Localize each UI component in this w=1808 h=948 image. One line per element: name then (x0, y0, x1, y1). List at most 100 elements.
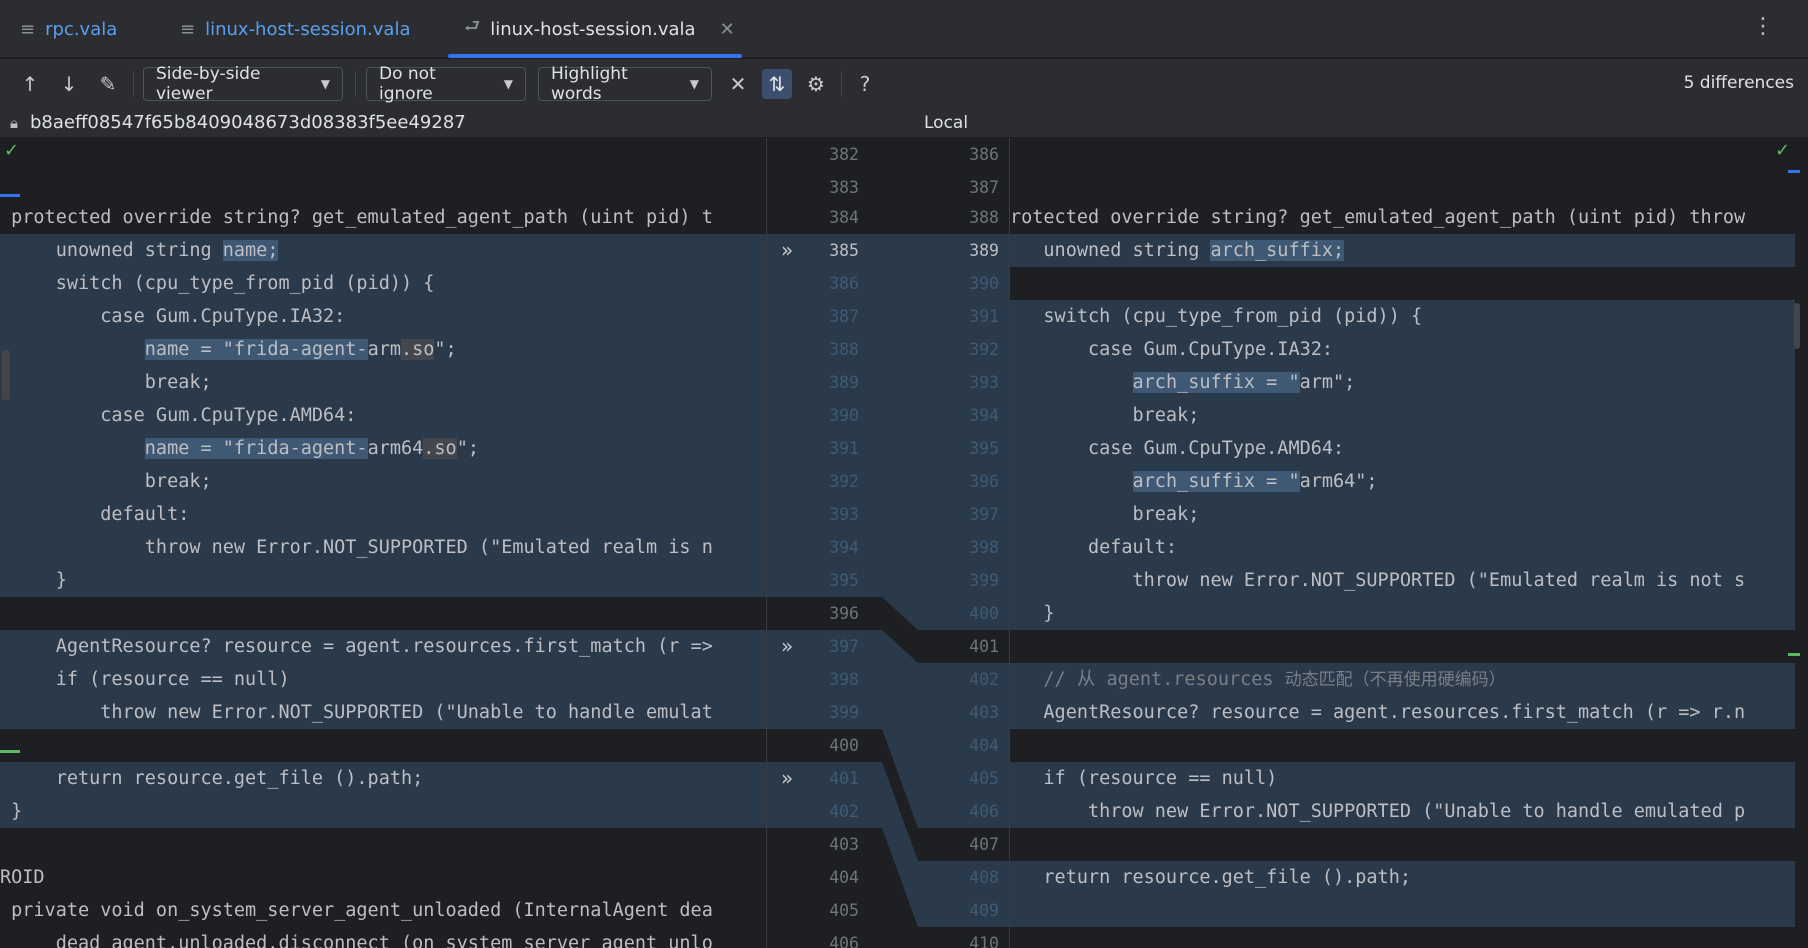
settings-gear-icon[interactable]: ⚙ (801, 69, 831, 99)
right-line-number: 394 (969, 406, 999, 425)
dropdown-value: Do not ignore (379, 64, 436, 104)
code-line[interactable]: unowned string name; (0, 234, 279, 267)
right-scrollbar[interactable] (1788, 138, 1800, 948)
left-line-number: 405 (829, 901, 859, 920)
code-line[interactable]: arch_suffix = "arm64"; (1010, 465, 1378, 498)
code-line[interactable]: name = "frida-agent-arm64.so"; (0, 432, 479, 465)
left-line-number: 403 (829, 835, 859, 854)
connector-1 (882, 234, 918, 630)
right-line-number: 397 (969, 505, 999, 524)
right-line-number: 400 (969, 604, 999, 623)
code-line[interactable]: case Gum.CpuType.AMD64: (1010, 432, 1344, 465)
collapse-unchanged-icon[interactable]: ✕ (723, 69, 753, 99)
code-line[interactable]: case Gum.CpuType.IA32: (0, 300, 345, 333)
left-line-number: 387 (829, 307, 859, 326)
right-line-number: 396 (969, 472, 999, 491)
changed-word: .so (423, 438, 457, 459)
changed-word: .so (400, 339, 435, 360)
apply-change-arrows-icon[interactable]: » (781, 630, 793, 663)
right-line-number: 391 (969, 307, 999, 326)
right-line-number: 390 (969, 274, 999, 293)
code-line[interactable]: default: (0, 498, 189, 531)
code-line[interactable]: throw new Error.NOT_SUPPORTED ("Emulated… (1010, 564, 1746, 597)
code-line[interactable]: break; (1010, 399, 1200, 432)
tab-linux-host-session-vala[interactable]: ≡ linux-host-session.vala (180, 0, 410, 58)
text-file-icon: ≡ (20, 18, 36, 40)
help-icon[interactable]: ? (850, 69, 880, 99)
tab-label: linux-host-session.vala (205, 18, 411, 40)
tab-diff-linux-host-session-vala[interactable]: ⮐ linux-host-session.vala ✕ (448, 0, 742, 58)
diff-toolbar: ↑ ↓ ✎ Side-by-side viewer ▼ Do not ignor… (0, 59, 1808, 109)
code-line[interactable]: return resource.get_file ().path; (0, 762, 424, 795)
code-line[interactable]: case Gum.CpuType.AMD64: (0, 399, 356, 432)
code-line[interactable]: switch (cpu_type_from_pid (pid)) { (0, 267, 435, 300)
code-line[interactable]: } (0, 564, 67, 597)
left-line-number: 396 (829, 604, 859, 623)
code-line[interactable]: AgentResource? resource = agent.resource… (1010, 696, 1745, 729)
code-line[interactable]: throw new Error.NOT_SUPPORTED ("Unable t… (0, 696, 713, 729)
left-line-number: 388 (829, 340, 859, 359)
changed-word: arch_suffix = " (1132, 471, 1300, 492)
code-line[interactable]: unowned string arch_suffix; (1010, 234, 1345, 267)
left-line-number: 399 (829, 703, 859, 722)
left-line-number: 404 (829, 868, 859, 887)
code-line[interactable]: if (resource == null) (0, 663, 290, 696)
previous-difference-icon[interactable]: ↑ (15, 69, 45, 99)
tab-label: rpc.vala (45, 18, 118, 40)
code-line[interactable]: AgentResource? resource = agent.resource… (0, 630, 713, 663)
viewer-mode-dropdown[interactable]: Side-by-side viewer ▼ (143, 64, 343, 104)
diff-icon: ⮐ (464, 16, 481, 37)
left-line-number: 382 (829, 145, 859, 164)
left-line-number: 390 (829, 406, 859, 425)
code-line[interactable]: name = "frida-agent-arm.so"; (0, 333, 457, 366)
right-line-number: 387 (969, 178, 999, 197)
diff-connectors (882, 234, 918, 927)
change-marker (0, 194, 20, 197)
code-line[interactable]: rotected override string? get_emulated_a… (1010, 201, 1745, 234)
right-editor-pane[interactable]: rotected override string? get_emulated_a… (1010, 138, 1795, 948)
code-line[interactable]: protected override string? get_emulated_… (0, 201, 713, 234)
editor-tab-bar: ≡ rpc.vala ≡ linux-host-session.vala ⮐ l… (0, 0, 1808, 58)
code-line[interactable]: dead_agent.unloaded.disconnect (on_syste… (0, 927, 713, 948)
code-line[interactable]: return resource.get_file ().path; (1010, 861, 1411, 894)
right-line-number: 405 (969, 769, 999, 788)
code-line[interactable]: } (0, 795, 22, 828)
left-line-number: 398 (829, 670, 859, 689)
sync-scroll-icon[interactable]: ⇅ (762, 69, 792, 99)
more-options-icon[interactable]: ⋮ (1752, 14, 1774, 39)
next-difference-icon[interactable]: ↓ (54, 69, 84, 99)
code-line[interactable]: case Gum.CpuType.IA32: (1010, 333, 1333, 366)
ignore-whitespace-dropdown[interactable]: Do not ignore ▼ (366, 64, 526, 104)
code-line[interactable]: private void on_system_server_agent_unlo… (0, 894, 713, 927)
left-line-number: 385 (829, 241, 859, 260)
apply-change-arrows-icon[interactable]: » (781, 762, 793, 795)
code-line[interactable]: throw new Error.NOT_SUPPORTED ("Unable t… (1010, 795, 1745, 828)
edit-source-icon[interactable]: ✎ (93, 69, 123, 99)
toolbar-separator (133, 71, 134, 97)
right-line-number: 398 (969, 538, 999, 557)
scrollbar-thumb[interactable] (1794, 303, 1800, 349)
code-line[interactable]: switch (cpu_type_from_pid (pid)) { (1010, 300, 1422, 333)
highlight-mode-dropdown[interactable]: Highlight words ▼ (538, 64, 712, 104)
left-scrollbar-thumb[interactable] (2, 350, 10, 400)
left-line-number: 395 (829, 571, 859, 590)
left-line-number: 384 (829, 208, 859, 227)
code-line[interactable]: break; (1010, 498, 1200, 531)
tab-rpc-vala[interactable]: ≡ rpc.vala (20, 0, 117, 58)
left-editor-pane[interactable]: protected override string? get_emulated_… (0, 138, 766, 948)
code-line[interactable]: break; (0, 366, 212, 399)
code-line[interactable]: if (resource == null) (1010, 762, 1277, 795)
code-line[interactable]: ROID (0, 861, 45, 894)
code-line[interactable]: throw new Error.NOT_SUPPORTED ("Emulated… (0, 531, 713, 564)
close-icon[interactable]: ✕ (720, 19, 735, 40)
code-line[interactable]: default: (1010, 531, 1177, 564)
code-comment-line[interactable]: // 从 agent.resources 动态匹配（不再使用硬编码） (1010, 663, 1505, 696)
right-line-number: 389 (969, 241, 999, 260)
tab-label: linux-host-session.vala (490, 18, 696, 40)
right-line-number: 392 (969, 340, 999, 359)
apply-change-arrows-icon[interactable]: » (781, 234, 793, 267)
left-line-number: 406 (829, 934, 859, 948)
code-line[interactable]: } (1010, 597, 1054, 630)
code-line[interactable]: break; (0, 465, 212, 498)
code-line[interactable]: arch_suffix = "arm"; (1010, 366, 1355, 399)
